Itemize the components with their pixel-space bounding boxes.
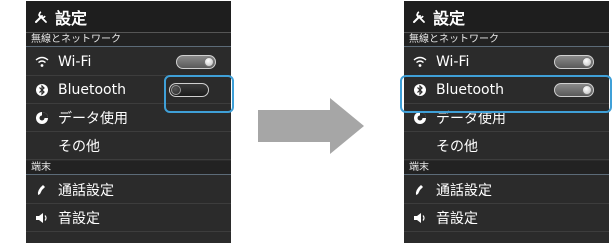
phone-handset-icon xyxy=(34,182,50,198)
settings-item-call-settings[interactable]: 通話設定 xyxy=(404,176,609,204)
settings-tools-icon xyxy=(35,10,47,23)
title-bar: 設定 xyxy=(26,1,231,33)
wifi-icon xyxy=(34,54,50,70)
call-settings-label: 通話設定 xyxy=(436,182,492,199)
speaker-icon xyxy=(412,210,428,226)
call-settings-label: 通話設定 xyxy=(58,182,114,199)
toggle-knob xyxy=(204,57,214,67)
settings-item-call-settings[interactable]: 通話設定 xyxy=(26,176,231,204)
speaker-icon xyxy=(34,210,50,226)
bluetooth-toggle-highlight xyxy=(164,75,234,113)
wifi-label: Wi-Fi xyxy=(436,53,470,70)
settings-item-sound-settings[interactable]: 音設定 xyxy=(26,204,231,232)
section-header-device: 端末 xyxy=(404,161,609,175)
right-arrow-icon xyxy=(258,98,364,154)
bluetooth-row-highlight xyxy=(400,75,612,113)
toggle-knob xyxy=(582,57,592,67)
section-header-device: 端末 xyxy=(26,161,231,175)
phone-handset-icon xyxy=(412,182,428,198)
wifi-label: Wi-Fi xyxy=(58,53,92,70)
wifi-toggle[interactable] xyxy=(176,55,216,69)
sound-settings-label: 音設定 xyxy=(58,210,100,227)
settings-item-other[interactable]: その他 xyxy=(26,132,231,160)
title-bar: 設定 xyxy=(404,1,609,33)
other-label: その他 xyxy=(58,138,100,155)
settings-item-wifi[interactable]: Wi-Fi xyxy=(404,48,609,76)
other-label: その他 xyxy=(436,138,478,155)
section-header-network: 無線とネットワーク xyxy=(404,33,609,47)
settings-screen-before: 設定 無線とネットワーク Wi-Fi Bluetooth データ使用 その他 端… xyxy=(26,1,231,243)
page-title: 設定 xyxy=(55,8,88,28)
settings-item-other[interactable]: その他 xyxy=(404,132,609,160)
settings-item-wifi[interactable]: Wi-Fi xyxy=(26,48,231,76)
wifi-icon xyxy=(412,54,428,70)
sound-settings-label: 音設定 xyxy=(436,210,478,227)
settings-screen-after: 設定 無線とネットワーク Wi-Fi Bluetooth データ使用 その他 端… xyxy=(404,1,609,243)
settings-tools-icon xyxy=(413,10,425,23)
section-header-network: 無線とネットワーク xyxy=(26,33,231,47)
data-usage-label: データ使用 xyxy=(58,110,128,127)
settings-item-sound-settings[interactable]: 音設定 xyxy=(404,204,609,232)
bluetooth-label: Bluetooth xyxy=(58,81,126,98)
wifi-toggle[interactable] xyxy=(554,55,594,69)
page-title: 設定 xyxy=(433,8,466,28)
data-usage-icon xyxy=(34,110,50,126)
bluetooth-icon xyxy=(34,82,50,98)
